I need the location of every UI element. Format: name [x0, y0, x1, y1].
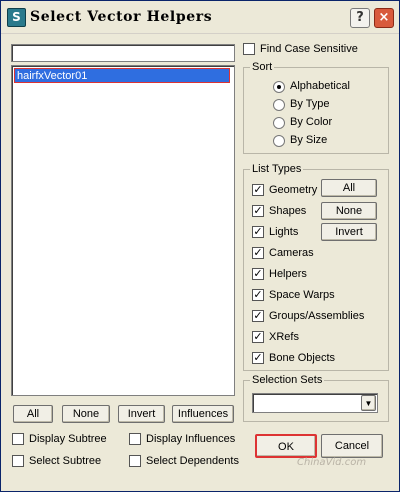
select-dependents-label: Select Dependents — [146, 455, 239, 467]
dialog-window: S Select Vector Helpers ? × hairfxVector… — [0, 0, 400, 492]
sort-group-label: Sort — [250, 60, 275, 74]
select-subtree-label: Select Subtree — [29, 455, 102, 467]
select-influences-button[interactable]: Influences — [172, 405, 234, 423]
select-none-button[interactable]: None — [62, 405, 110, 423]
space-warps-checkbox[interactable]: ✓ — [252, 289, 264, 301]
help-button[interactable]: ? — [350, 8, 370, 28]
xrefs-label: XRefs — [269, 331, 299, 343]
find-case-sensitive-label: Find Case Sensitive — [260, 43, 358, 55]
display-subtree-checkbox[interactable] — [12, 433, 24, 445]
cameras-label: Cameras — [269, 247, 314, 259]
list-types-group-label: List Types — [250, 162, 304, 176]
ok-button[interactable]: OK — [255, 434, 317, 458]
close-button[interactable]: × — [374, 8, 394, 28]
display-influences-label: Display Influences — [146, 433, 236, 445]
geometry-label: Geometry — [269, 184, 318, 196]
filter-input[interactable] — [11, 44, 235, 62]
chevron-down-icon[interactable]: ▼ — [361, 395, 376, 411]
sort-by-color-label: By Color — [290, 116, 333, 128]
object-list[interactable]: hairfxVector01 — [11, 65, 235, 396]
geometry-checkbox[interactable]: ✓ — [252, 184, 264, 196]
space-warps-label: Space Warps — [269, 289, 335, 301]
selection-sets-dropdown[interactable]: ▼ — [252, 393, 378, 413]
list-types-all-button[interactable]: All — [321, 179, 377, 197]
xrefs-checkbox[interactable]: ✓ — [252, 331, 264, 343]
select-invert-button[interactable]: Invert — [118, 405, 165, 423]
app-icon: S — [7, 8, 26, 27]
helpers-label: Helpers — [269, 268, 307, 280]
sort-by-type-label: By Type — [290, 98, 330, 110]
list-item[interactable]: hairfxVector01 — [14, 68, 230, 83]
bone-objects-checkbox[interactable]: ✓ — [252, 352, 264, 364]
selection-sets-group-label: Selection Sets — [250, 373, 325, 387]
watermark: ChinaVid.com — [297, 457, 367, 468]
display-subtree-label: Display Subtree — [29, 433, 107, 445]
window-title: Select Vector Helpers — [30, 9, 213, 25]
sort-alphabetical-label: Alphabetical — [290, 80, 350, 92]
sort-by-size-label: By Size — [290, 134, 328, 146]
lights-label: Lights — [269, 226, 299, 238]
title-bar: S Select Vector Helpers ? × — [1, 1, 399, 34]
lights-checkbox[interactable]: ✓ — [252, 226, 264, 238]
cameras-checkbox[interactable]: ✓ — [252, 247, 264, 259]
groups-assemblies-label: Groups/Assemblies — [269, 310, 365, 322]
list-types-invert-button[interactable]: Invert — [321, 223, 377, 241]
display-influences-checkbox[interactable] — [129, 433, 141, 445]
find-case-sensitive-checkbox[interactable] — [243, 43, 255, 55]
sort-by-size-radio[interactable] — [273, 135, 285, 147]
cancel-button[interactable]: Cancel — [321, 434, 383, 458]
groups-assemblies-checkbox[interactable]: ✓ — [252, 310, 264, 322]
shapes-checkbox[interactable]: ✓ — [252, 205, 264, 217]
sort-group: Sort Alphabetical By Type By Color By Si… — [243, 60, 389, 154]
bone-objects-label: Bone Objects — [269, 352, 336, 364]
list-types-group: List Types ✓ Geometry ✓ Shapes ✓ Lights … — [243, 162, 389, 371]
helpers-checkbox[interactable]: ✓ — [252, 268, 264, 280]
sort-alphabetical-radio[interactable] — [273, 81, 285, 93]
select-subtree-checkbox[interactable] — [12, 455, 24, 467]
select-dependents-checkbox[interactable] — [129, 455, 141, 467]
sort-by-color-radio[interactable] — [273, 117, 285, 129]
shapes-label: Shapes — [269, 205, 307, 217]
select-all-button[interactable]: All — [13, 405, 53, 423]
selection-sets-group: Selection Sets ▼ — [243, 373, 389, 422]
list-types-none-button[interactable]: None — [321, 202, 377, 220]
sort-by-type-radio[interactable] — [273, 99, 285, 111]
